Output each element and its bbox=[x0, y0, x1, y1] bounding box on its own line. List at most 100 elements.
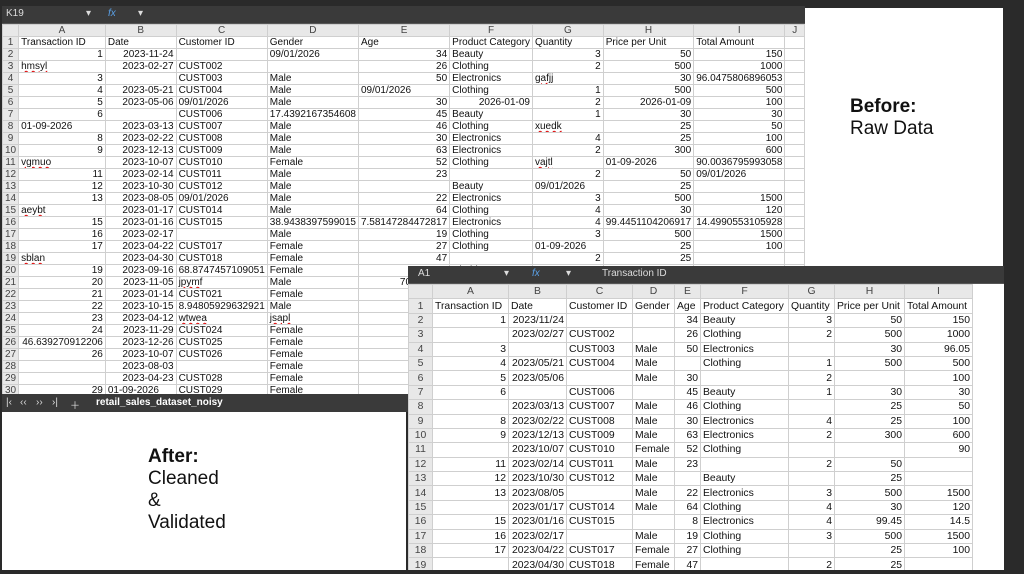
table-cell[interactable] bbox=[674, 355, 701, 372]
table-cell[interactable]: 2023/08/05 bbox=[508, 485, 567, 501]
table-cell[interactable]: 13 bbox=[18, 192, 106, 205]
table-cell[interactable]: Female bbox=[266, 288, 359, 301]
column-header[interactable]: D bbox=[266, 24, 359, 37]
column-header[interactable]: F bbox=[449, 24, 533, 37]
table-cell[interactable]: Male bbox=[266, 72, 359, 85]
table-cell[interactable]: 17.4392167354608 bbox=[266, 108, 359, 121]
column-header[interactable]: A bbox=[18, 24, 106, 37]
table-cell[interactable]: 500 bbox=[834, 528, 905, 545]
table-cell[interactable]: Male bbox=[266, 96, 359, 109]
row-header[interactable]: 17 bbox=[2, 228, 20, 241]
row-header[interactable]: 9 bbox=[2, 132, 20, 145]
table-cell[interactable]: Male bbox=[266, 300, 359, 313]
table-cell[interactable]: 63 bbox=[357, 144, 451, 157]
table-cell[interactable]: Female bbox=[266, 348, 359, 361]
table-cell[interactable] bbox=[784, 120, 805, 133]
table-cell[interactable]: 500 bbox=[602, 228, 695, 241]
table-cell[interactable]: CUST008 bbox=[566, 413, 633, 429]
table-cell[interactable]: 100 bbox=[693, 240, 786, 253]
table-cell[interactable]: 1 bbox=[788, 384, 835, 401]
table-cell[interactable]: 2023/05/21 bbox=[508, 355, 567, 372]
table-cell[interactable]: Male bbox=[632, 427, 675, 444]
table-cell[interactable]: 8 bbox=[18, 132, 106, 145]
row-header[interactable]: 5 bbox=[408, 355, 433, 372]
table-cell[interactable]: Male bbox=[632, 456, 675, 473]
row-header[interactable]: 24 bbox=[2, 312, 20, 325]
table-cell[interactable]: Clothing bbox=[449, 228, 533, 241]
select-all-corner[interactable] bbox=[2, 24, 20, 37]
table-cell[interactable]: CUST026 bbox=[175, 348, 268, 361]
table-cell[interactable]: 19 bbox=[18, 264, 106, 277]
table-cell[interactable] bbox=[784, 96, 805, 109]
table-cell[interactable]: 90.0036795993058 bbox=[693, 156, 786, 169]
table-cell[interactable]: 30 bbox=[602, 72, 695, 85]
table-cell[interactable]: aeybt bbox=[18, 204, 106, 217]
table-cell[interactable]: 2 bbox=[788, 370, 835, 386]
table-cell[interactable]: CUST007 bbox=[566, 399, 633, 415]
table-cell[interactable] bbox=[104, 72, 177, 85]
table-cell[interactable]: Clothing bbox=[449, 84, 533, 97]
table-cell[interactable]: 3 bbox=[532, 192, 604, 205]
table-cell[interactable]: 6 bbox=[432, 384, 509, 401]
table-cell[interactable] bbox=[266, 60, 359, 73]
table-cell[interactable]: 22 bbox=[18, 300, 106, 313]
table-cell[interactable]: 7.58147284472817 bbox=[357, 216, 451, 229]
table-cell[interactable]: 2023-08-03 bbox=[104, 360, 177, 373]
column-header[interactable]: A bbox=[432, 283, 509, 300]
row-header[interactable]: 7 bbox=[408, 384, 433, 401]
row-header[interactable]: 3 bbox=[2, 60, 20, 73]
table-cell[interactable] bbox=[566, 528, 633, 545]
table-cell[interactable]: 30 bbox=[674, 413, 701, 429]
column-header[interactable]: C bbox=[175, 24, 268, 37]
table-cell[interactable]: 2026-01-09 bbox=[602, 96, 695, 109]
table-cell[interactable]: Beauty bbox=[700, 384, 789, 401]
row-header[interactable]: 6 bbox=[408, 370, 433, 386]
table-cell[interactable]: 2023-04-22 bbox=[104, 240, 177, 253]
table-cell[interactable]: CUST017 bbox=[175, 240, 268, 253]
table-cell[interactable]: 63 bbox=[674, 427, 701, 444]
table-cell[interactable]: 120 bbox=[904, 499, 973, 516]
table-cell[interactable] bbox=[700, 557, 789, 570]
chevron-down-icon[interactable]: ▾ bbox=[86, 8, 91, 19]
table-cell[interactable]: 50 bbox=[904, 399, 973, 415]
table-cell[interactable]: 1 bbox=[18, 48, 106, 61]
table-cell[interactable]: 30 bbox=[834, 341, 905, 357]
function-icon[interactable]: fx bbox=[532, 268, 540, 279]
table-cell[interactable] bbox=[432, 499, 509, 516]
table-cell[interactable]: 52 bbox=[674, 442, 701, 458]
table-cell[interactable]: Female bbox=[266, 156, 359, 169]
table-cell[interactable]: 30 bbox=[357, 132, 451, 145]
table-cell[interactable]: Quantity bbox=[788, 298, 835, 314]
table-cell[interactable]: 2023-01-16 bbox=[104, 216, 177, 229]
table-cell[interactable]: 27 bbox=[357, 240, 451, 253]
table-cell[interactable]: 11 bbox=[432, 456, 509, 473]
row-header[interactable]: 4 bbox=[408, 341, 433, 357]
column-header[interactable]: B bbox=[104, 24, 177, 37]
table-cell[interactable]: 4 bbox=[788, 514, 835, 530]
table-cell[interactable]: 09/01/2026 bbox=[532, 180, 604, 193]
table-cell[interactable]: 600 bbox=[904, 427, 973, 444]
table-cell[interactable]: Clothing bbox=[449, 120, 533, 133]
table-cell[interactable]: 09/01/2026 bbox=[175, 192, 268, 205]
table-cell[interactable]: 25 bbox=[602, 252, 695, 265]
table-cell[interactable]: CUST009 bbox=[175, 144, 268, 157]
table-cell[interactable]: 5 bbox=[18, 96, 106, 109]
table-cell[interactable]: 150 bbox=[693, 48, 786, 61]
table-cell[interactable]: 23 bbox=[18, 312, 106, 325]
table-cell[interactable]: 22 bbox=[357, 192, 451, 205]
table-cell[interactable]: 99.45 bbox=[834, 514, 905, 530]
table-cell[interactable]: 26 bbox=[674, 327, 701, 343]
table-cell[interactable]: Male bbox=[266, 84, 359, 97]
table-cell[interactable]: 2023-11-24 bbox=[104, 48, 177, 61]
table-cell[interactable]: 2023-10-15 bbox=[104, 300, 177, 313]
table-cell[interactable] bbox=[175, 360, 268, 373]
table-cell[interactable]: CUST002 bbox=[175, 60, 268, 73]
table-cell[interactable]: 01-09-2026 bbox=[602, 156, 695, 169]
table-cell[interactable] bbox=[784, 60, 805, 73]
table-cell[interactable] bbox=[449, 252, 533, 265]
table-cell[interactable]: 25 bbox=[602, 120, 695, 133]
table-cell[interactable]: CUST028 bbox=[175, 372, 268, 385]
table-cell[interactable]: Gender bbox=[266, 36, 359, 49]
table-cell[interactable]: Gender bbox=[632, 298, 675, 314]
row-header[interactable]: 5 bbox=[2, 84, 20, 97]
